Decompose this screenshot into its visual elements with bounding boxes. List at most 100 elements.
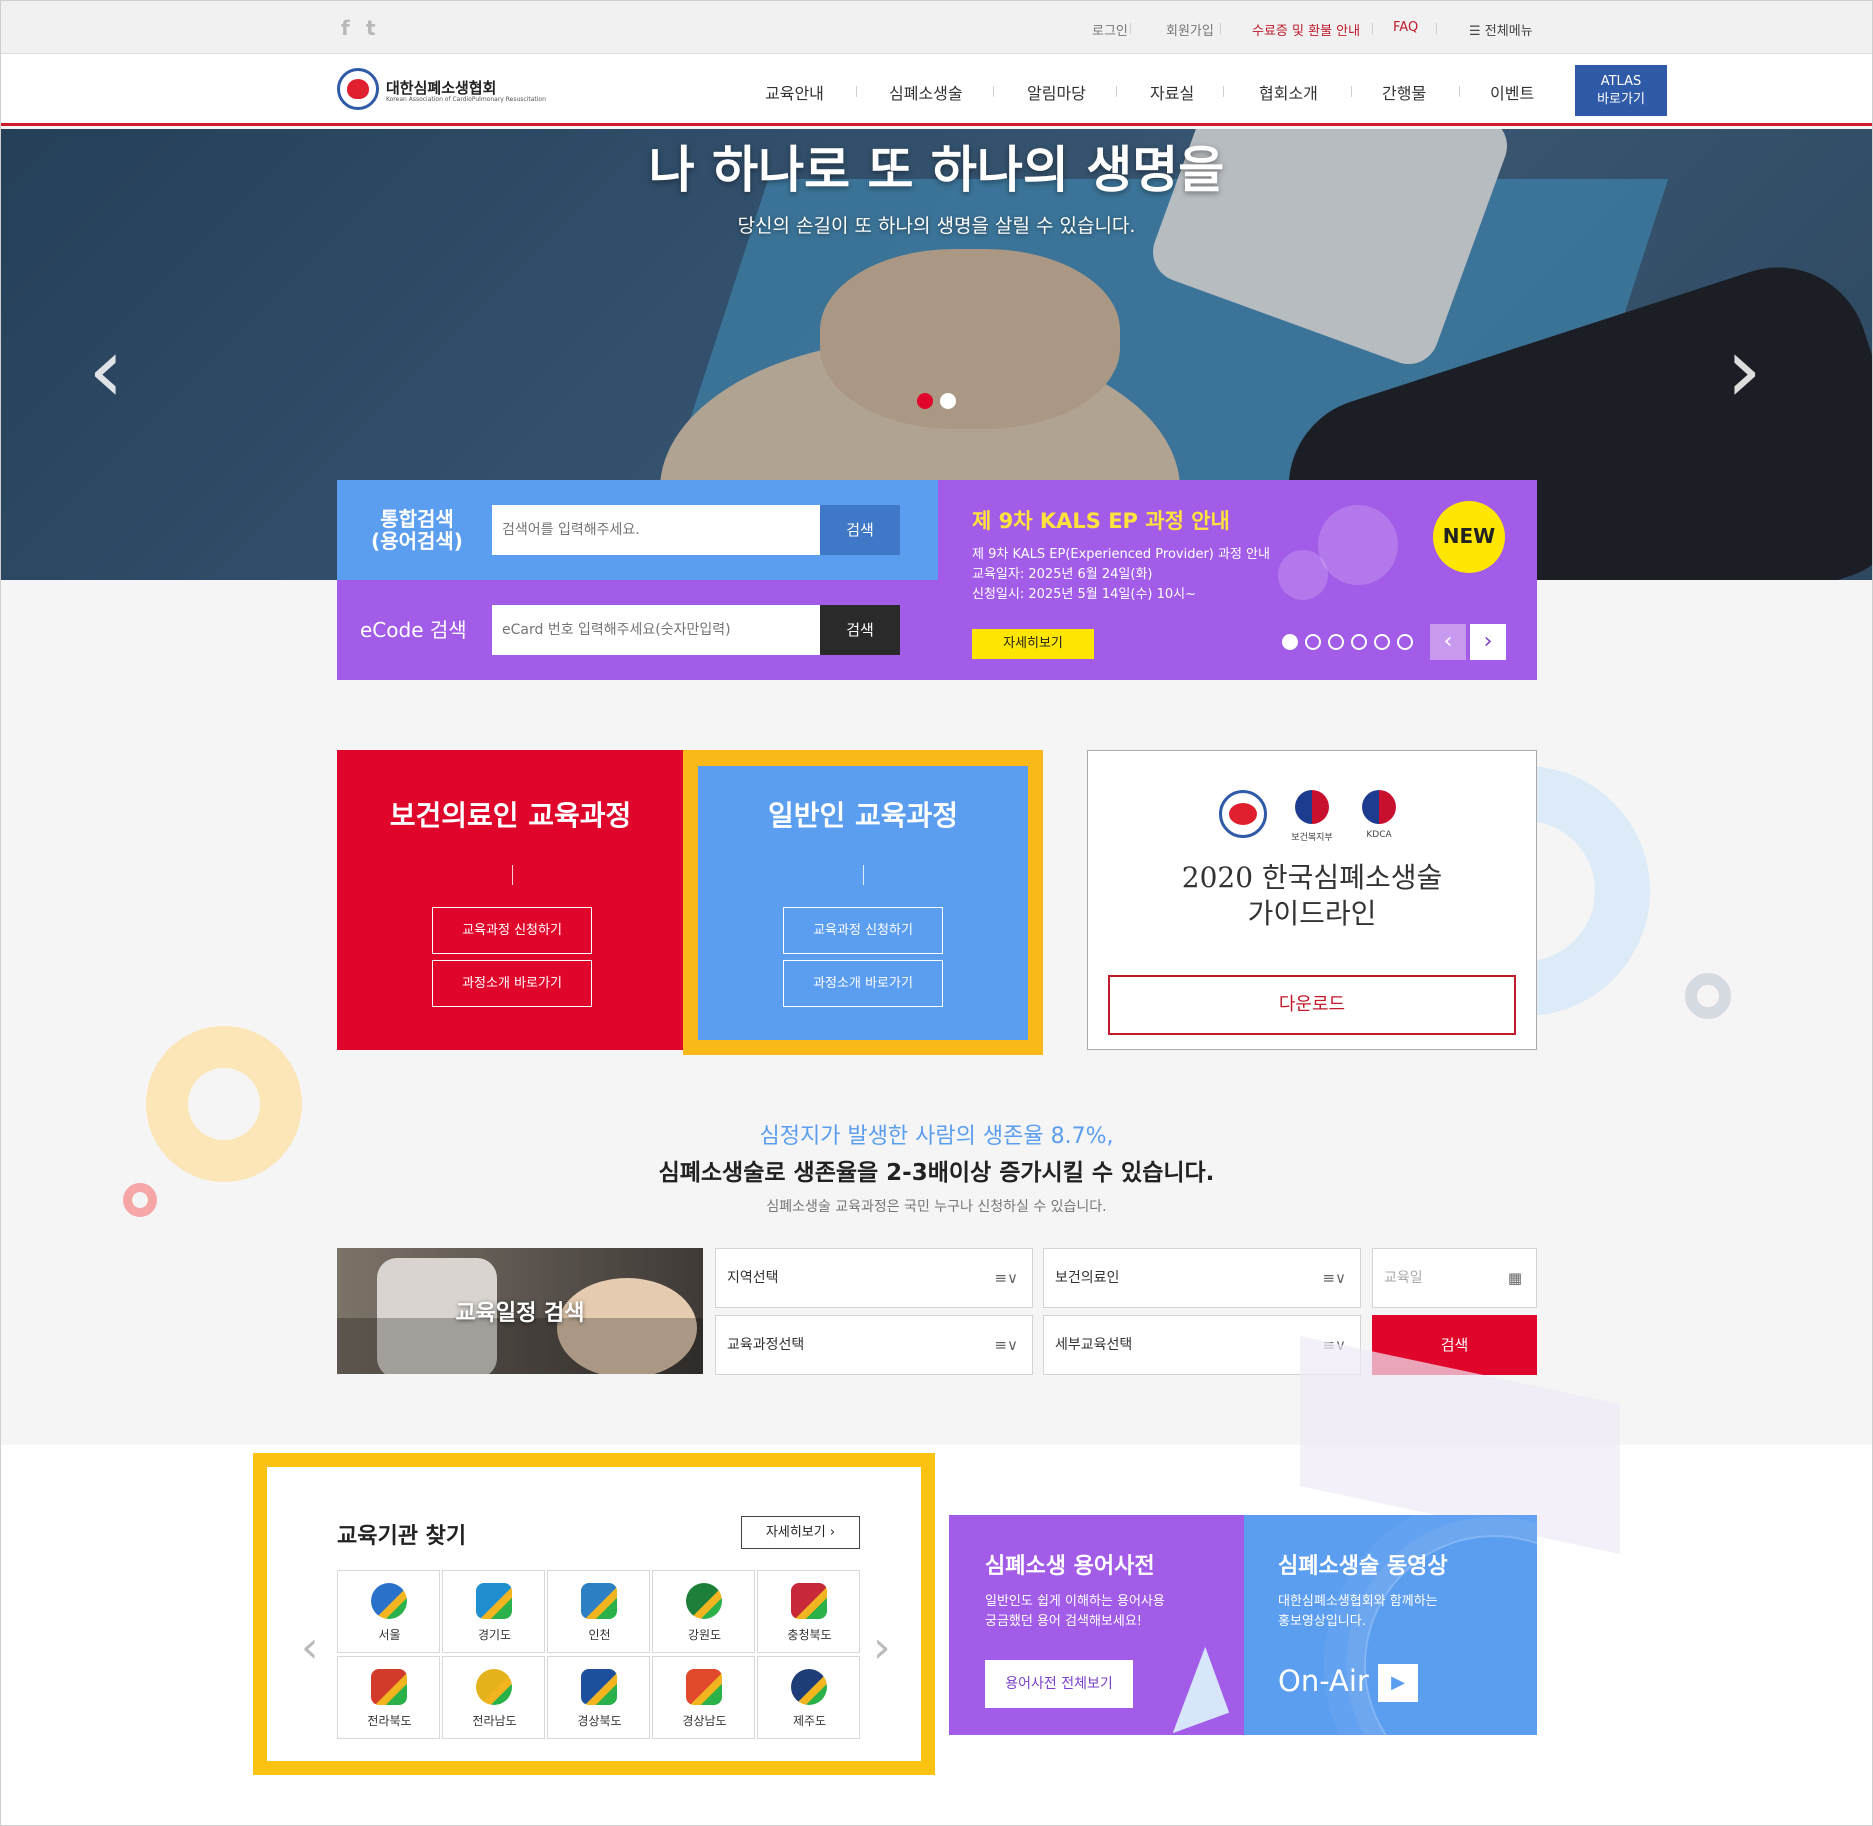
ecode-search-input[interactable] xyxy=(492,605,820,655)
chevron-left-icon[interactable]: ‹ xyxy=(88,318,124,423)
notice-title[interactable]: 제 9차 KALS EP 과정 안내 xyxy=(972,505,1230,535)
region-emblem-icon xyxy=(791,1583,827,1619)
certificate-refund-link[interactable]: 수료증 및 환불 안내 xyxy=(1252,20,1360,39)
slide-dot[interactable] xyxy=(940,393,956,409)
notice-page-dot[interactable] xyxy=(1397,634,1413,650)
notice-detail-button[interactable]: 자세히보기 xyxy=(972,629,1094,659)
nav-about[interactable]: 협회소개 xyxy=(1259,80,1318,104)
notice-next-button[interactable]: › xyxy=(1470,624,1506,660)
region-select[interactable]: 지역선택 ≡∨ xyxy=(715,1248,1033,1308)
nav-publications[interactable]: 간행물 xyxy=(1382,80,1426,104)
nav-divider xyxy=(1351,86,1352,97)
target-select-value: 보건의료인 xyxy=(1055,1270,1120,1286)
region-item[interactable]: 경상남도 xyxy=(652,1656,755,1739)
general-course-title: 일반인 교육과정 xyxy=(767,799,959,832)
list-filter-icon: ≡∨ xyxy=(994,1269,1018,1287)
twitter-icon[interactable]: t xyxy=(366,16,376,40)
chevron-right-icon[interactable]: › xyxy=(1726,318,1762,423)
region-item[interactable]: 서울 xyxy=(337,1570,440,1653)
region-emblem-icon xyxy=(371,1583,407,1619)
region-emblem-icon xyxy=(686,1669,722,1705)
region-name: 전라남도 xyxy=(472,1714,517,1728)
nav-cpr[interactable]: 심폐소생술 xyxy=(889,80,963,104)
slide-dot-active[interactable] xyxy=(917,393,933,409)
notice-deco-circle xyxy=(1278,550,1328,600)
kdca-label: KDCA xyxy=(1366,830,1392,840)
ecode-search-button[interactable]: 검색 xyxy=(820,605,900,655)
kdca-logo-icon xyxy=(1362,790,1396,824)
nav-notice[interactable]: 알림마당 xyxy=(1027,80,1086,104)
facebook-icon[interactable]: f xyxy=(341,16,350,40)
region-name: 제주도 xyxy=(792,1714,827,1728)
professional-intro-button[interactable]: 과정소개 바로가기 xyxy=(432,960,592,1007)
notice-line-3: 신청일시: 2025년 5월 14일(수) 10시~ xyxy=(972,587,1197,602)
region-item[interactable]: 인천 xyxy=(547,1570,650,1653)
integrated-search-button[interactable]: 검색 xyxy=(820,505,900,555)
logo-name[interactable]: 대한심폐소생협회 xyxy=(386,77,496,98)
list-filter-icon: ≡∨ xyxy=(994,1336,1018,1354)
notice-page-dot-active[interactable] xyxy=(1282,634,1298,650)
institution-more-button[interactable]: 자세히보기 › xyxy=(741,1516,860,1549)
calendar-icon: ▦ xyxy=(1507,1269,1522,1287)
region-emblem-icon xyxy=(476,1583,512,1619)
nav-education[interactable]: 교육안내 xyxy=(765,80,824,104)
dictionary-title: 심폐소생 용어사전 xyxy=(985,1554,1155,1579)
integrated-search-input[interactable] xyxy=(492,505,820,555)
region-name: 강원도 xyxy=(687,1628,722,1642)
notice-page-dot[interactable] xyxy=(1351,634,1367,650)
institution-next-icon[interactable]: › xyxy=(873,1622,891,1673)
survival-caption: 심폐소생술 교육과정은 국민 누구나 신청하실 수 있습니다. xyxy=(766,1199,1107,1215)
region-emblem-icon xyxy=(476,1669,512,1705)
course-select[interactable]: 교육과정선택 ≡∨ xyxy=(715,1315,1033,1375)
survival-headline: 심폐소생술로 생존율을 2-3배이상 증가시킬 수 있습니다. xyxy=(658,1160,1215,1186)
notice-page-dot[interactable] xyxy=(1305,634,1321,650)
atlas-button[interactable]: ATLAS 바로가기 xyxy=(1575,65,1667,116)
card-divider xyxy=(863,865,864,885)
faq-link[interactable]: FAQ xyxy=(1393,20,1418,35)
top-utility-bar xyxy=(0,0,1873,54)
region-name: 경기도 xyxy=(477,1628,512,1642)
notice-page-dot[interactable] xyxy=(1374,634,1390,650)
list-filter-icon: ≡∨ xyxy=(1322,1269,1346,1287)
video-title: 심폐소생술 동영상 xyxy=(1278,1554,1448,1579)
general-apply-button[interactable]: 교육과정 신청하기 xyxy=(783,907,943,954)
heart-icon xyxy=(347,79,369,99)
onair-label[interactable]: On-Air xyxy=(1278,1664,1369,1698)
region-item[interactable]: 제주도 xyxy=(757,1656,860,1739)
nav-events[interactable]: 이벤트 xyxy=(1490,80,1534,104)
region-name: 충청북도 xyxy=(787,1628,832,1642)
play-icon[interactable]: ▶ xyxy=(1378,1664,1418,1702)
professional-course-title: 보건의료인 교육과정 xyxy=(389,799,632,832)
region-name: 경상남도 xyxy=(682,1714,727,1728)
login-link[interactable]: 로그인 xyxy=(1092,20,1128,39)
target-select[interactable]: 보건의료인 ≡∨ xyxy=(1043,1248,1361,1308)
notice-deco-circle xyxy=(1318,505,1398,585)
region-item[interactable]: 경기도 xyxy=(442,1570,545,1653)
ministry-label: 보건복지부 xyxy=(1291,833,1333,843)
notice-prev-button[interactable]: ‹ xyxy=(1430,624,1466,660)
nav-resources[interactable]: 자료실 xyxy=(1150,80,1194,104)
integrated-search-label: 통합검색 (용어검색) xyxy=(371,507,463,553)
notice-line-1: 제 9차 KALS EP(Experienced Provider) 과정 안내 xyxy=(972,547,1270,562)
region-emblem-icon xyxy=(686,1583,722,1619)
general-intro-button[interactable]: 과정소개 바로가기 xyxy=(783,960,943,1007)
dictionary-all-button[interactable]: 용어사전 전체보기 xyxy=(985,1660,1133,1708)
region-item[interactable]: 강원도 xyxy=(652,1570,755,1653)
region-item[interactable]: 전라남도 xyxy=(442,1656,545,1739)
guideline-download-button[interactable]: 다운로드 xyxy=(1108,975,1516,1035)
institution-prev-icon[interactable]: ‹ xyxy=(301,1622,319,1673)
region-item[interactable]: 경상북도 xyxy=(547,1656,650,1739)
region-item[interactable]: 충청북도 xyxy=(757,1570,860,1653)
nav-divider xyxy=(1459,86,1460,97)
region-emblem-icon xyxy=(581,1669,617,1705)
notice-page-dot[interactable] xyxy=(1328,634,1344,650)
date-input[interactable]: 교육일 ▦ xyxy=(1372,1248,1537,1308)
signup-link[interactable]: 회원가입 xyxy=(1166,20,1214,39)
all-menu-button[interactable]: ☰ 전체메뉴 xyxy=(1469,20,1533,39)
professional-apply-button[interactable]: 교육과정 신청하기 xyxy=(432,907,592,954)
nav-divider xyxy=(856,86,857,97)
card-divider xyxy=(512,865,513,885)
deco-gray-ring xyxy=(1685,973,1731,1019)
util-divider xyxy=(1436,23,1437,34)
region-item[interactable]: 전라북도 xyxy=(337,1656,440,1739)
